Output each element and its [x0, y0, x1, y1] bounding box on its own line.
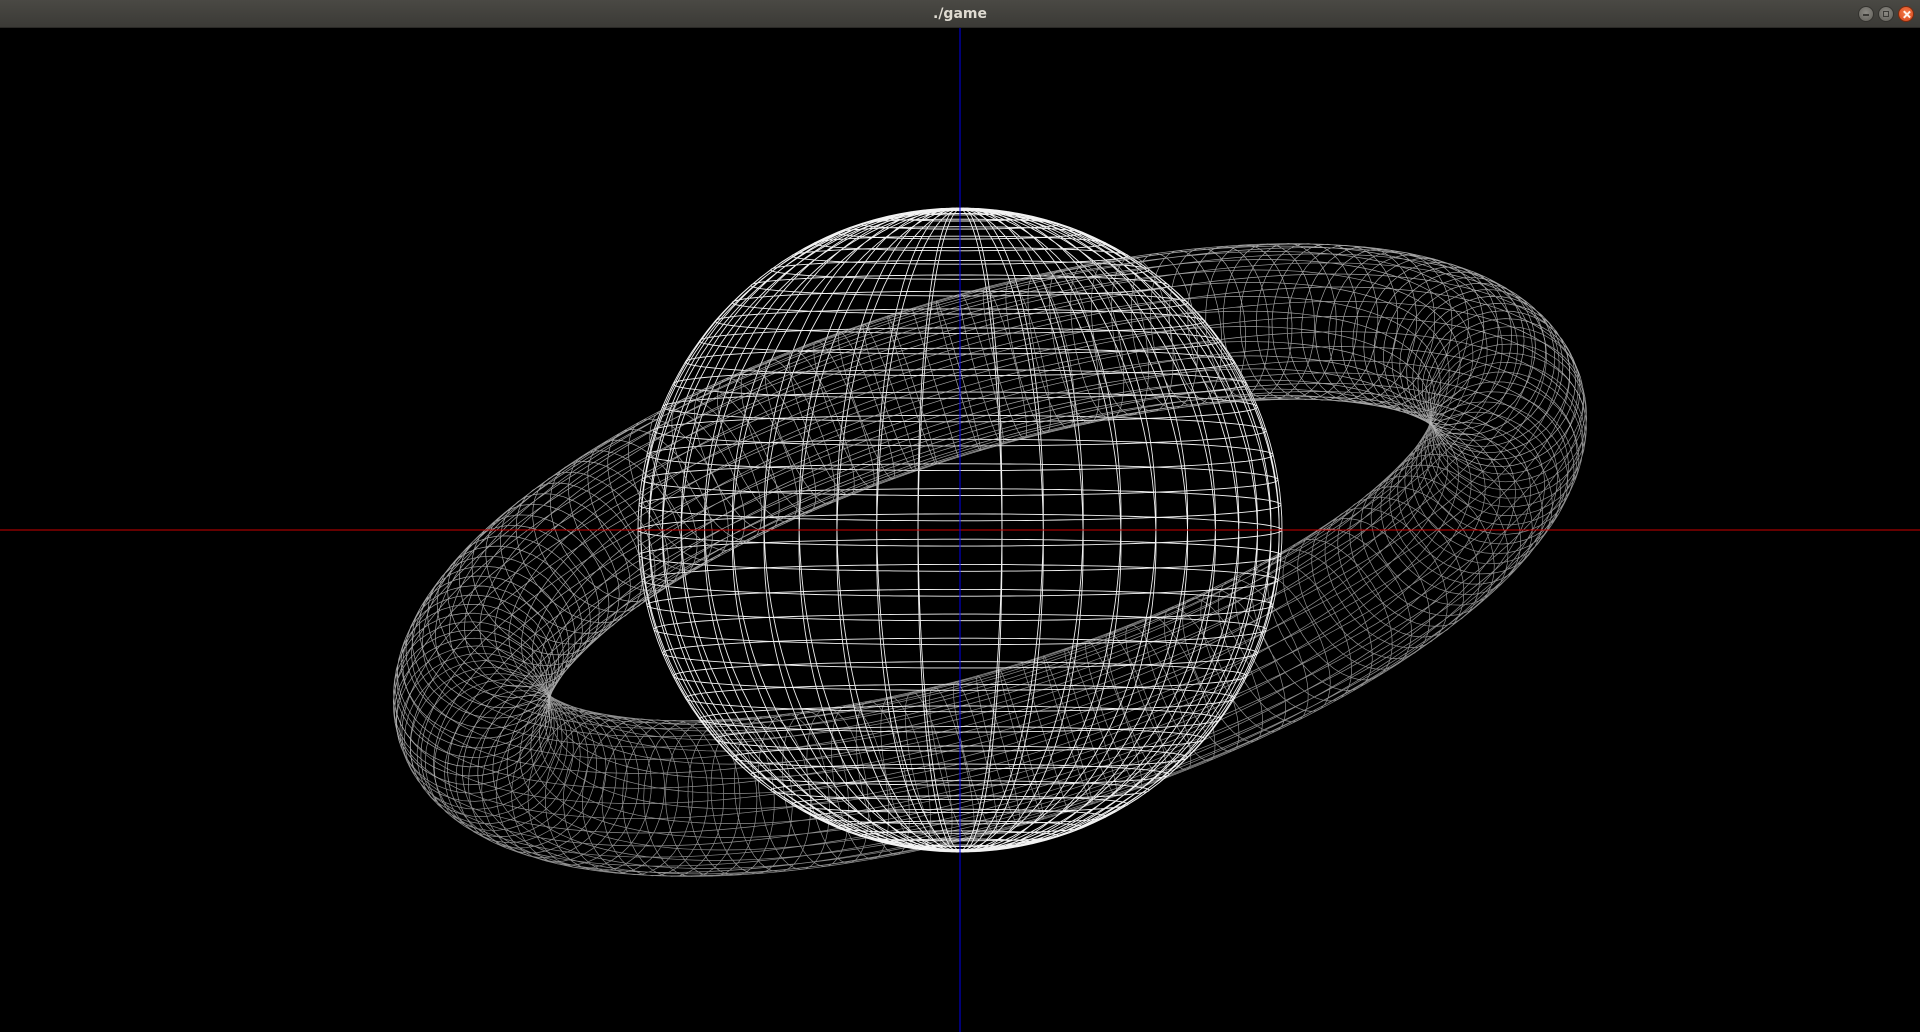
- minimize-icon[interactable]: [1858, 6, 1874, 22]
- window-title: ./game: [933, 6, 987, 22]
- window-controls: [1858, 6, 1914, 22]
- render-viewport[interactable]: [0, 28, 1920, 1032]
- maximize-icon[interactable]: [1878, 6, 1894, 22]
- torus-wireframe-back: [396, 326, 1588, 877]
- application-window: ./game: [0, 0, 1920, 1032]
- title-bar[interactable]: ./game: [0, 0, 1920, 28]
- close-icon[interactable]: [1898, 6, 1914, 22]
- wireframe-scene: [0, 28, 1920, 1032]
- torus-wireframe-front: [392, 243, 1584, 794]
